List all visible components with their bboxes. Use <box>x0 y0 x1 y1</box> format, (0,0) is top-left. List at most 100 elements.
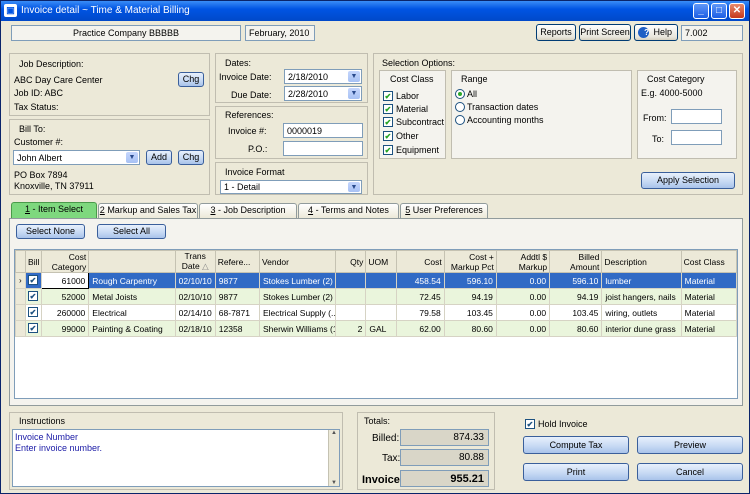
col-cost-class[interactable]: Cost Class <box>680 250 738 273</box>
tab-4-label: - Terms and Notes <box>313 205 389 215</box>
due-date-picker[interactable]: 2/28/2010 ▼ <box>284 86 362 101</box>
equipment-label: Equipment <box>396 145 440 155</box>
maximize-button[interactable]: □ <box>711 3 727 19</box>
reference-cell: 9877 <box>214 288 260 305</box>
tab-5-label: User Preferences <box>410 205 483 215</box>
chevron-down-icon[interactable]: ▼ <box>348 182 360 192</box>
po-input[interactable] <box>283 141 363 156</box>
close-button[interactable]: ✕ <box>729 3 745 19</box>
scroll-up-icon[interactable]: ▲ <box>329 430 339 436</box>
tab-user-preferences[interactable]: 5 User Preferences <box>400 203 488 218</box>
cost-class-heading: Cost Class <box>390 74 434 84</box>
col-cost-markup[interactable]: Cost + Markup Pct <box>443 250 497 273</box>
add-customer-button[interactable]: Add <box>146 150 172 165</box>
cost-category-to-input[interactable] <box>671 130 722 145</box>
col-qty[interactable]: Qty <box>335 250 367 273</box>
col-bill[interactable]: Bill <box>25 250 43 273</box>
print-button[interactable]: Print <box>523 463 629 481</box>
bill-checkbox[interactable]: ✔ <box>28 275 39 285</box>
chevron-down-icon[interactable]: ▼ <box>348 88 360 99</box>
equipment-checkbox[interactable]: ✔ <box>383 145 393 155</box>
labor-checkbox[interactable]: ✔ <box>383 91 393 101</box>
bill-cell[interactable]: ✔ <box>25 272 43 289</box>
col-description[interactable]: Description <box>601 250 682 273</box>
labor-label: Labor <box>396 91 420 101</box>
chevron-down-icon[interactable]: ▼ <box>348 71 360 82</box>
qty-cell <box>335 304 367 321</box>
apply-selection-button[interactable]: Apply Selection <box>641 172 735 189</box>
chevron-down-icon[interactable]: ▼ <box>126 152 138 163</box>
addtl-markup-cell: 0.00 <box>495 288 551 305</box>
scroll-down-icon[interactable]: ▼ <box>329 480 339 486</box>
customer-change-button[interactable]: Chg <box>178 150 204 165</box>
trans-date-cell: 02/10/10 <box>174 272 216 289</box>
tax-label: Tax: <box>382 453 401 464</box>
col-billed-amount[interactable]: Billed Amount <box>549 250 603 273</box>
print-screen-button[interactable]: Print Screen <box>579 24 631 41</box>
other-checkbox[interactable]: ✔ <box>383 131 393 141</box>
bill-checkbox[interactable]: ✔ <box>28 307 39 317</box>
table-row[interactable]: › ✔ 61000 Rough Carpentry 02/10/10 9877 … <box>14 272 738 289</box>
table-row[interactable]: ✔ 52000 Metal Joists 02/10/10 9877 Stoke… <box>14 288 738 305</box>
hold-invoice-checkbox[interactable]: ✔ <box>525 419 535 429</box>
minimize-button[interactable]: _ <box>693 3 709 19</box>
col-uom[interactable]: UOM <box>365 250 397 273</box>
totals-heading: Totals: <box>364 416 391 426</box>
bill-cell[interactable]: ✔ <box>25 320 43 337</box>
col-cost[interactable]: Cost <box>395 250 445 273</box>
range-accounting-months-radio[interactable] <box>455 115 465 125</box>
invoice-format-select[interactable]: 1 - Detail ▼ <box>220 180 362 194</box>
cost-category-cell[interactable]: 52000 <box>41 288 90 305</box>
tab-item-select[interactable]: 1 - Item Select <box>11 202 97 218</box>
bill-cell[interactable]: ✔ <box>25 288 43 305</box>
title-bar[interactable]: ▣ Invoice detail ~ Time & Material Billi… <box>1 1 749 21</box>
select-none-button[interactable]: Select None <box>16 224 85 239</box>
cost-category-cell[interactable]: 260000 <box>41 304 90 321</box>
invoice-number-input[interactable]: 0000019 <box>283 123 363 138</box>
instructions-scrollbar[interactable]: ▲ ▼ <box>328 430 339 486</box>
tab-markup-sales-tax[interactable]: 2 Markup and Sales Tax <box>98 203 198 218</box>
trans-date-cell: 02/10/10 <box>174 288 216 305</box>
billed-amount-cell: 596.10 <box>549 272 603 289</box>
col-trans-date[interactable]: Trans Date △ <box>174 250 216 273</box>
range-all-radio[interactable] <box>455 89 465 99</box>
invoice-date-picker[interactable]: 2/18/2010 ▼ <box>284 69 362 84</box>
col-vendor[interactable]: Vendor <box>258 250 337 273</box>
table-row[interactable]: ✔ 99000 Painting & Coating 02/18/10 1235… <box>14 320 738 337</box>
invoice-date-value: 2/18/2010 <box>288 72 329 82</box>
bill-checkbox[interactable]: ✔ <box>28 291 39 301</box>
bill-checkbox[interactable]: ✔ <box>28 323 39 333</box>
col-addtl-markup[interactable]: Addtl $ Markup <box>495 250 551 273</box>
tab-job-description[interactable]: 3 - Job Description <box>199 203 297 218</box>
cost-markup-cell: 94.19 <box>443 288 497 305</box>
compute-tax-button[interactable]: Compute Tax <box>523 436 629 454</box>
cost-category-from-input[interactable] <box>671 109 722 124</box>
items-grid[interactable]: Bill Cost Category Trans Date △ Refere..… <box>14 249 738 399</box>
cost-category-cell[interactable]: 61000 <box>41 272 90 289</box>
subcontract-checkbox[interactable]: ✔ <box>383 117 393 127</box>
tab-terms-notes[interactable]: 4 - Terms and Notes <box>298 203 399 218</box>
bill-cell[interactable]: ✔ <box>25 304 43 321</box>
range-transaction-dates-radio[interactable] <box>455 102 465 112</box>
row-indicator <box>14 304 27 321</box>
version-display: 7.002 <box>681 25 743 41</box>
billed-amount-cell: 80.60 <box>549 320 603 337</box>
instructions-panel: Instructions Invoice Number Enter invoic… <box>9 412 343 490</box>
col-cost-category[interactable]: Cost Category <box>41 250 90 273</box>
range-group: Range All Transaction dates Accounting m… <box>451 70 632 159</box>
col-reference[interactable]: Refere... <box>214 250 260 273</box>
select-all-button[interactable]: Select All <box>97 224 166 239</box>
addtl-markup-cell: 0.00 <box>495 272 551 289</box>
trans-date-cell: 02/18/10 <box>174 320 216 337</box>
col-cost-category-name[interactable] <box>88 250 176 273</box>
cancel-button[interactable]: Cancel <box>637 463 743 481</box>
customer-select[interactable]: John Albert ▼ <box>13 150 140 165</box>
help-button[interactable]: ? Help <box>634 24 678 41</box>
material-checkbox[interactable]: ✔ <box>383 104 393 114</box>
invoice-format-heading: Invoice Format <box>225 167 285 177</box>
table-row[interactable]: ✔ 260000 Electrical 02/14/10 68-7871 Ele… <box>14 304 738 321</box>
cost-category-cell[interactable]: 99000 <box>41 320 90 337</box>
job-change-button[interactable]: Chg <box>178 72 204 87</box>
preview-button[interactable]: Preview <box>637 436 743 454</box>
reports-button[interactable]: Reports <box>536 24 576 41</box>
